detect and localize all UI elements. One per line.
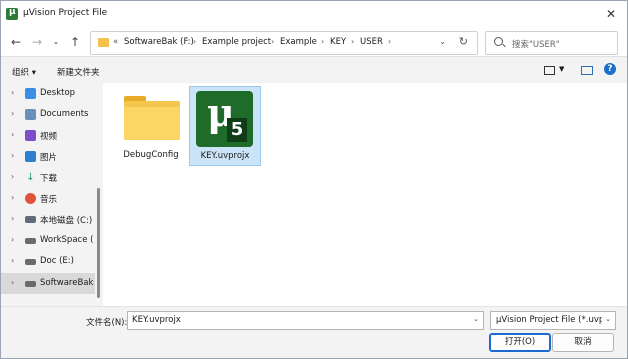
chevron-right-icon[interactable]: › [11,130,14,139]
search-placeholder: 搜索"USER" [512,40,560,50]
file-name: KEY.uvprojx [200,151,250,161]
chevron-right-icon[interactable]: › [11,256,14,265]
sidebar-item-label: 视频 [40,132,58,142]
window-title: µVision Project File [23,8,108,18]
sidebar-item-label: Doc (E:) [40,256,74,266]
view-mode-icon[interactable] [544,66,555,75]
sidebar-item-drive-d[interactable]: › WorkSpace (D [1,230,95,251]
scrollbar-thumb[interactable] [97,188,100,298]
dialog-footer: 文件名(N): KEY.uvprojx ⌄ µVision Project Fi… [1,306,627,358]
chevron-right-icon[interactable]: › [351,37,354,46]
filename-input[interactable]: KEY.uvprojx ⌄ [127,311,484,330]
chevron-right-icon[interactable]: › [321,37,324,46]
documents-icon [25,109,36,120]
file-item-folder[interactable]: DebugConfig [116,86,186,164]
back-arrow-icon[interactable]: ← [7,32,25,52]
chevron-down-icon[interactable]: ⌄ [605,315,611,323]
title-bar: µVision Project File ✕ [1,1,627,29]
videos-icon [25,130,36,141]
sidebar-scrollbar[interactable] [95,83,103,306]
sidebar-item-label: 图片 [40,153,58,163]
sidebar-item-label: Documents [40,109,89,119]
windows-drive-icon [25,216,36,223]
chevron-right-icon[interactable]: › [11,214,14,223]
close-button[interactable]: ✕ [601,4,621,24]
sidebar-item-pictures[interactable]: › 图片 [1,146,95,167]
uvision-project-icon: μ 5 [196,91,253,147]
sidebar-item-desktop[interactable]: › Desktop [1,83,95,104]
preview-pane-icon[interactable] [581,66,593,75]
drive-icon [25,259,36,265]
search-box[interactable]: 搜索"USER" [485,31,618,55]
new-folder-button[interactable]: 新建文件夹 [57,66,100,78]
sidebar-item-label: WorkSpace (D [40,235,94,245]
file-name: DebugConfig [123,150,179,160]
chevron-right-icon[interactable]: › [11,278,14,287]
pictures-icon [25,151,36,162]
downloads-icon: ↓ [26,172,35,183]
sidebar-item-drive-e[interactable]: › Doc (E:) [1,251,95,272]
organize-menu-button[interactable]: 组织 ▾ [12,66,36,78]
navigation-bar: ← → ⌄ ↑ « SoftwareBak (F:) › Example pro… [1,29,627,57]
sidebar-item-videos[interactable]: › 视频 [1,125,95,146]
chevron-right-icon[interactable]: › [388,37,391,46]
view-dropdown-chevron-icon[interactable]: ▼ [559,65,564,73]
drive-icon [25,238,36,244]
command-bar: 组织 ▾ 新建文件夹 ▼ ? [1,57,627,83]
cancel-button[interactable]: 取消 [552,333,614,352]
sidebar-item-label: Desktop [40,88,76,98]
filetype-select[interactable]: µVision Project File (*.uvproj ⌄ [490,311,616,330]
chevron-right-icon[interactable]: › [11,109,14,118]
address-bar[interactable]: « SoftwareBak (F:) › Example project › E… [90,31,478,55]
search-icon [494,37,503,46]
sidebar-item-music[interactable]: › 音乐 [1,188,95,209]
sidebar-item-label: 音乐 [40,195,58,205]
chevron-right-icon[interactable]: › [11,172,14,181]
chevron-right-icon[interactable]: › [11,235,14,244]
file-list-pane: DebugConfig μ 5 KEY.uvprojx [103,83,627,306]
breadcrumb-example[interactable]: Example [280,37,317,47]
uvision-app-icon [6,7,18,20]
sidebar-item-label: 下载 [40,174,58,184]
sidebar-item-label: 本地磁盘 (C:) [40,216,93,226]
sidebar-item-documents[interactable]: › Documents [1,104,95,125]
up-arrow-icon[interactable]: ↑ [66,32,84,52]
breadcrumb-overflow[interactable]: « [113,37,118,47]
address-dropdown-chevron-icon[interactable]: ⌄ [439,37,446,46]
chevron-right-icon[interactable]: › [271,37,274,46]
filename-label: 文件名(N): [86,318,128,328]
music-icon [25,193,36,204]
file-item-project[interactable]: μ 5 KEY.uvprojx [189,86,261,166]
sidebar-item-downloads[interactable]: › ↓ 下载 [1,167,95,188]
refresh-icon[interactable]: ↻ [459,35,468,48]
chevron-right-icon[interactable]: › [11,151,14,160]
sidebar-item-drive-f[interactable]: › SoftwareBak ( [1,273,95,294]
chevron-right-icon[interactable]: › [11,88,14,97]
desktop-icon [25,88,36,99]
sidebar-item-drive-c[interactable]: › 本地磁盘 (C:) [1,209,95,230]
navigation-pane: › Desktop › Documents › 视频 › 图片 › ↓ 下载 ›… [1,83,95,306]
forward-arrow-icon[interactable]: → [28,32,46,52]
filetype-value: µVision Project File (*.uvproj [496,315,602,325]
chevron-down-icon[interactable]: ⌄ [473,315,479,323]
sidebar-item-label: SoftwareBak ( [40,278,94,288]
breadcrumb-softwarebak[interactable]: SoftwareBak (F:) [124,37,194,47]
folder-icon [124,96,180,140]
breadcrumb-key[interactable]: KEY [330,37,346,47]
chevron-right-icon[interactable]: › [193,37,196,46]
recent-chevron-down-icon[interactable]: ⌄ [47,32,65,52]
chevron-right-icon[interactable]: › [11,193,14,202]
folder-icon [98,38,109,47]
filename-value: KEY.uvprojx [132,315,181,325]
open-button[interactable]: 打开(O) [489,333,551,352]
version-badge: 5 [227,118,247,142]
breadcrumb-user[interactable]: USER [360,37,383,47]
drive-icon [25,281,36,287]
help-icon[interactable]: ? [604,63,616,75]
breadcrumb-example-project[interactable]: Example project [202,37,271,47]
file-open-dialog: µVision Project File ✕ ← → ⌄ ↑ « Softwar… [0,0,628,359]
